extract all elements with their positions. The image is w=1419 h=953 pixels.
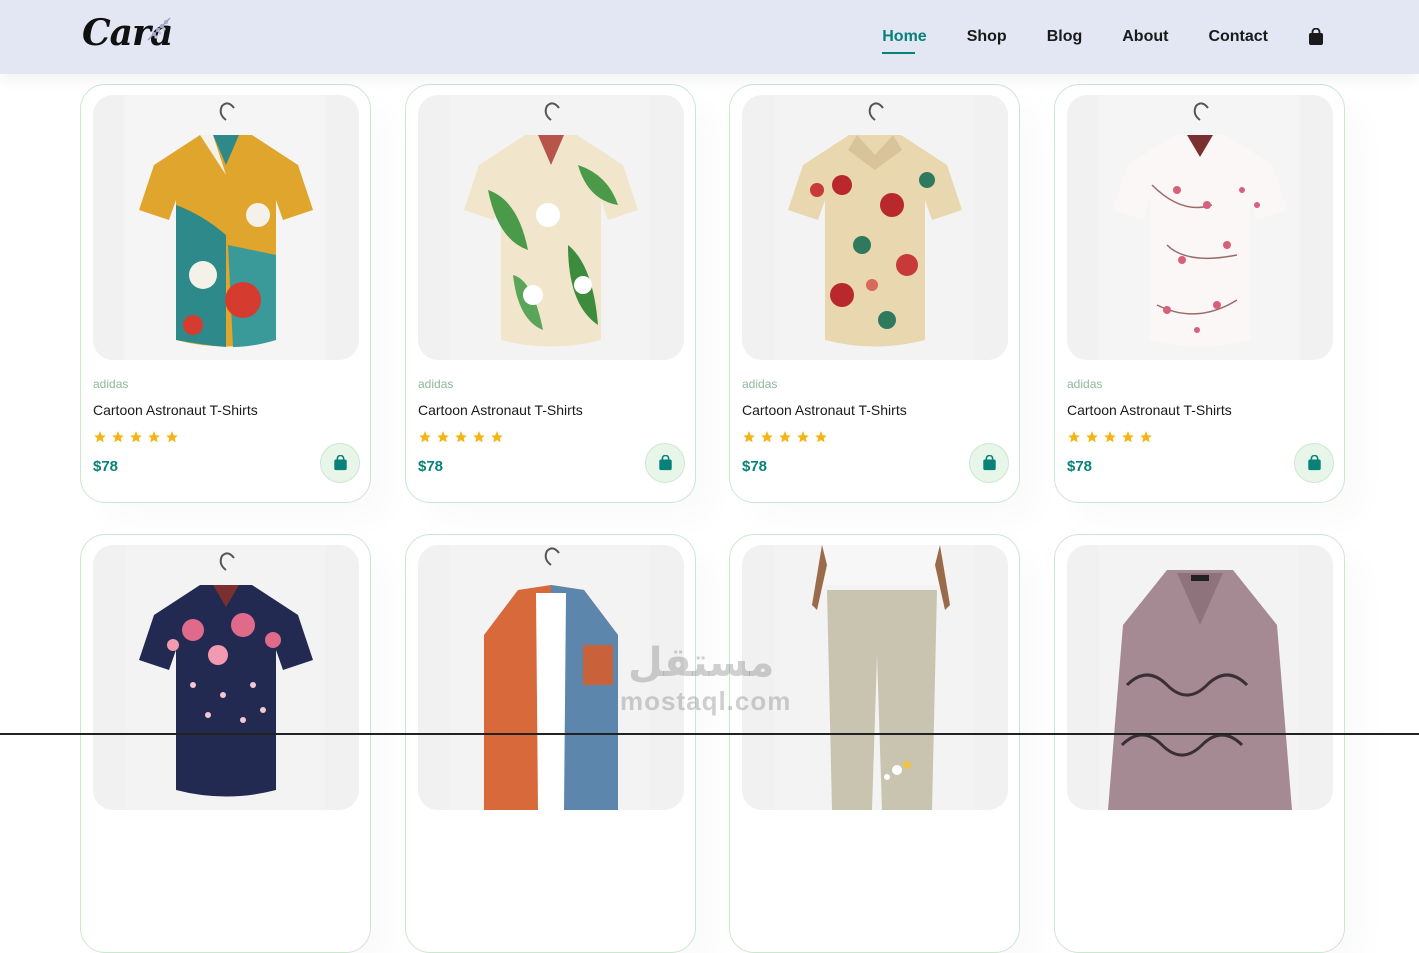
product-card[interactable] <box>80 534 371 953</box>
product-card[interactable]: adidas Cartoon Astronaut T-Shirts $78 <box>1054 84 1345 503</box>
add-to-cart-button[interactable] <box>1294 443 1334 483</box>
star-icon <box>797 431 809 443</box>
site-logo[interactable]: Cara <box>82 12 182 56</box>
add-to-cart-button[interactable] <box>320 443 360 483</box>
product-brand: adidas <box>418 377 454 391</box>
product-image <box>1067 545 1333 810</box>
logo-sprig-icon <box>147 17 171 41</box>
product-price: $78 <box>1067 458 1093 475</box>
site-header: Cara Home Shop Blog About Contact <box>0 0 1419 74</box>
star-icon <box>743 431 755 443</box>
star-icon <box>1104 431 1116 443</box>
product-rating <box>93 430 179 444</box>
watermark: مستقل mostaql.com <box>620 640 791 717</box>
product-card[interactable]: adidas Cartoon Astronaut T-Shirts $78 <box>405 84 696 503</box>
star-icon <box>94 431 106 443</box>
product-rating <box>418 430 504 444</box>
product-image <box>93 95 359 360</box>
nav-about[interactable]: About <box>1122 28 1168 46</box>
product-price: $78 <box>742 458 768 475</box>
star-icon <box>779 431 791 443</box>
star-icon <box>761 431 773 443</box>
star-icon <box>166 431 178 443</box>
product-name: Cartoon Astronaut T-Shirts <box>742 402 907 418</box>
product-name: Cartoon Astronaut T-Shirts <box>1067 402 1232 418</box>
product-card[interactable]: adidas Cartoon Astronaut T-Shirts $78 <box>80 84 371 503</box>
product-brand: adidas <box>93 377 129 391</box>
star-icon <box>473 431 485 443</box>
star-icon <box>455 431 467 443</box>
star-icon <box>1122 431 1134 443</box>
star-icon <box>815 431 827 443</box>
watermark-latin: mostaql.com <box>620 686 792 716</box>
star-icon <box>437 431 449 443</box>
product-name: Cartoon Astronaut T-Shirts <box>418 402 583 418</box>
product-name: Cartoon Astronaut T-Shirts <box>93 402 258 418</box>
shopping-bag-icon <box>982 455 996 471</box>
product-card[interactable]: adidas Cartoon Astronaut T-Shirts $78 <box>729 84 1020 503</box>
star-icon <box>1086 431 1098 443</box>
product-image <box>742 95 1008 360</box>
nav-blog[interactable]: Blog <box>1047 28 1083 46</box>
shopping-bag-icon[interactable] <box>1308 27 1324 46</box>
nav-contact[interactable]: Contact <box>1208 28 1268 46</box>
product-card[interactable] <box>1054 534 1345 953</box>
watermark-arabic: مستقل <box>628 641 775 685</box>
product-image <box>1067 95 1333 360</box>
shopping-bag-icon <box>333 455 347 471</box>
product-rating <box>742 430 828 444</box>
product-brand: adidas <box>742 377 778 391</box>
shopping-bag-icon <box>658 455 672 471</box>
product-rating <box>1067 430 1153 444</box>
star-icon <box>130 431 142 443</box>
product-card[interactable] <box>405 534 696 953</box>
product-card[interactable] <box>729 534 1020 953</box>
nav-shop[interactable]: Shop <box>967 28 1007 46</box>
shopping-bag-icon <box>1307 455 1321 471</box>
star-icon <box>491 431 503 443</box>
star-icon <box>112 431 124 443</box>
main-nav: Home Shop Blog About Contact <box>842 0 1324 74</box>
add-to-cart-button[interactable] <box>645 443 685 483</box>
star-icon <box>1068 431 1080 443</box>
star-icon <box>148 431 160 443</box>
star-icon <box>419 431 431 443</box>
product-brand: adidas <box>1067 377 1103 391</box>
product-price: $78 <box>418 458 444 475</box>
add-to-cart-button[interactable] <box>969 443 1009 483</box>
product-image <box>418 95 684 360</box>
star-icon <box>1140 431 1152 443</box>
nav-home[interactable]: Home <box>882 28 927 54</box>
product-price: $78 <box>93 458 119 475</box>
product-image <box>93 545 359 810</box>
